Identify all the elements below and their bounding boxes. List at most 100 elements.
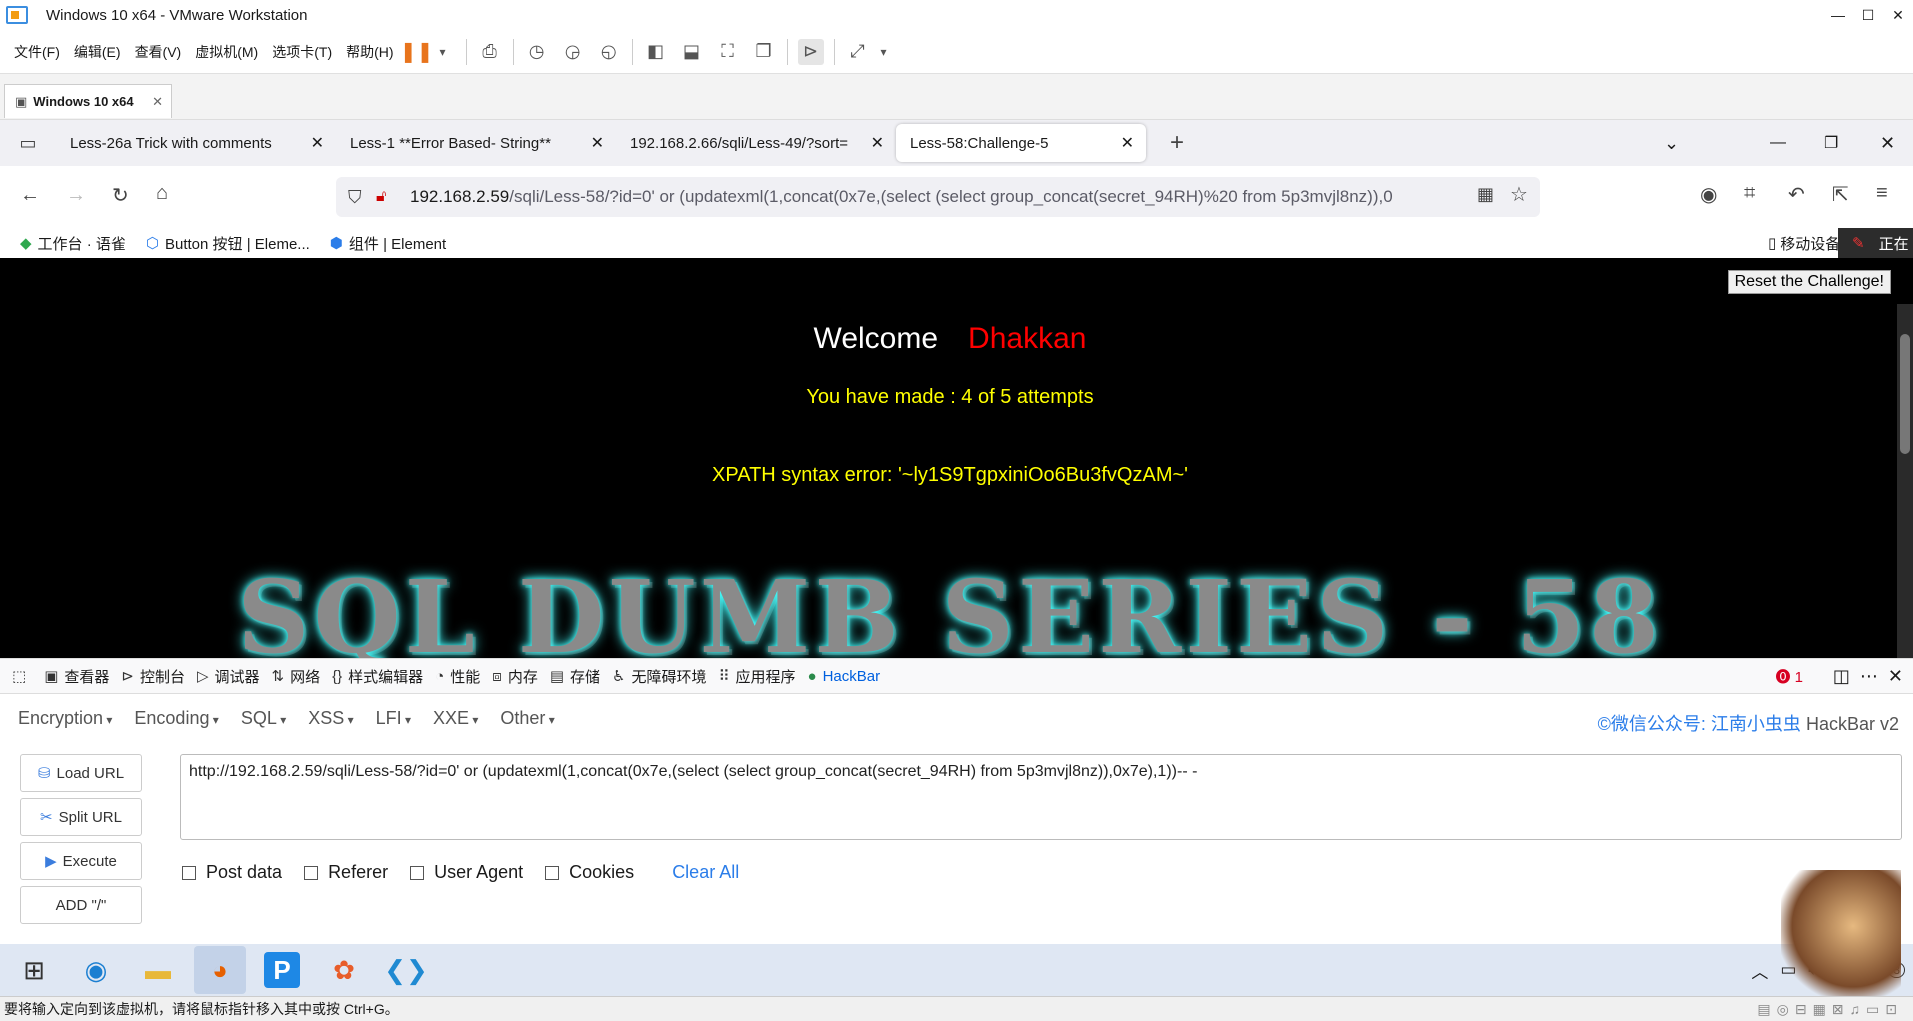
start-icon[interactable]: ⊞ (8, 946, 60, 994)
send-ctrl-alt-del-icon[interactable]: ⎙ (477, 39, 503, 65)
mobile-bookmarks[interactable]: ▯ 移动设备 (1768, 233, 1840, 254)
user-agent-checkbox[interactable]: User Agent (410, 862, 523, 883)
hamburger-menu-icon[interactable]: ≡ (1876, 182, 1888, 205)
menu-edit[interactable]: 编辑(E) (74, 42, 121, 62)
vm-tab[interactable]: ▣ Windows 10 x64 ✕ (4, 84, 172, 118)
snapshot-icon[interactable]: ◷ (524, 39, 550, 65)
shield-icon[interactable]: ⛉ (348, 187, 362, 208)
reload-icon[interactable]: ↻ (112, 183, 129, 208)
restore-icon[interactable]: ❐ (1824, 133, 1838, 153)
scrollbar-thumb[interactable] (1900, 334, 1910, 454)
pause-icon[interactable]: ❚❚ (400, 39, 434, 65)
close-icon[interactable]: ✕ (1121, 133, 1134, 153)
close-icon[interactable]: ✕ (591, 133, 604, 153)
stretch-dropdown-icon[interactable]: ▾ (871, 39, 897, 65)
qr-code-icon[interactable]: ▦ (1477, 184, 1494, 205)
page-scrollbar[interactable] (1897, 304, 1913, 658)
browser-tab[interactable]: 192.168.2.66/sqli/Less-49/?sort= ✕ (616, 124, 896, 162)
minimize-icon[interactable]: — (1770, 134, 1786, 152)
minimize-button[interactable]: — (1823, 0, 1853, 30)
close-icon[interactable]: ✕ (871, 133, 884, 153)
browser-tab[interactable]: Less-26a Trick with comments ✕ (56, 124, 336, 162)
snapshot-manager-icon[interactable]: ◵ (596, 39, 622, 65)
browser-tab[interactable]: Less-1 **Error Based- String** ✕ (336, 124, 616, 162)
home-icon[interactable]: ⌂ (156, 182, 168, 205)
load-url-button[interactable]: ⛁ Load URL (20, 754, 142, 792)
tab-console[interactable]: ⊳ 控制台 (121, 666, 185, 687)
bookmark-star-icon[interactable]: ☆ (1510, 182, 1528, 207)
execute-button[interactable]: ▶ Execute (20, 842, 142, 880)
menu-help[interactable]: 帮助(H) (346, 42, 393, 62)
tab-overview-icon[interactable]: ▭ (0, 133, 56, 154)
tab-performance[interactable]: ◔ 性能 (435, 666, 480, 687)
extensions-icon[interactable]: ⇱ (1832, 182, 1849, 207)
firefox-icon[interactable]: ◕ (194, 946, 246, 994)
browser-tab-active[interactable]: Less-58:Challenge-5 ✕ (896, 124, 1146, 162)
tab-memory[interactable]: ⧈ 内存 (492, 666, 538, 687)
back-icon[interactable]: ← (20, 184, 40, 207)
fullscreen-icon[interactable]: ⛶ (715, 39, 741, 65)
console-view-icon[interactable]: ⊳ (797, 38, 824, 65)
url-bar[interactable]: ⛉ 🔓︎ 192.168.2.59/sqli/Less-58/?id=0' or… (336, 177, 1540, 217)
device-status-icons[interactable]: ▤◎⊟▦⊠♫▭⊡ (1757, 1001, 1903, 1018)
tab-accessibility[interactable]: ♿︎ 无障碍环境 (612, 666, 706, 687)
menu-encoding[interactable]: Encoding (134, 708, 218, 729)
pause-dropdown-icon[interactable]: ▾ (430, 39, 456, 65)
pixpin-icon[interactable]: P (264, 952, 300, 988)
edge-icon[interactable]: ◉ (70, 946, 122, 994)
brand-link[interactable]: ©微信公众号: 江南小虫虫 (1598, 714, 1801, 734)
split-url-button[interactable]: ✂ Split URL (20, 798, 142, 836)
tab-network[interactable]: ⇅ 网络 (272, 666, 321, 687)
checkbox[interactable] (410, 865, 425, 880)
checkbox[interactable] (304, 865, 319, 880)
menu-vm[interactable]: 虚拟机(M) (195, 42, 258, 62)
insecure-lock-icon[interactable]: 🔓︎ (376, 188, 386, 206)
bookmark-item[interactable]: ⬡ Button 按钮 | Eleme... (146, 233, 310, 254)
dock-icon[interactable]: ◫ (1833, 666, 1850, 686)
tab-inspector[interactable]: ▣ 查看器 (44, 666, 109, 687)
file-explorer-icon[interactable]: ▬ (132, 946, 184, 994)
menu-lfi[interactable]: LFI (376, 708, 411, 729)
undo-icon[interactable]: ↶ (1788, 182, 1805, 207)
tab-storage[interactable]: ▤ 存储 (550, 666, 600, 687)
tab-debugger[interactable]: ▷ 调试器 (197, 666, 260, 687)
vscode-icon[interactable]: ❮❯ (380, 946, 432, 994)
close-devtools-icon[interactable]: ✕ (1888, 666, 1903, 686)
account-icon[interactable]: ◉ (1700, 182, 1717, 207)
menu-tabs[interactable]: 选项卡(T) (272, 42, 332, 62)
hackbar-url-textarea[interactable]: http://192.168.2.59/sqli/Less-58/?id=0' … (180, 754, 1902, 840)
checkbox[interactable] (182, 865, 196, 880)
revert-snapshot-icon[interactable]: ◶ (560, 39, 586, 65)
tab-hackbar[interactable]: ● HackBar (808, 668, 881, 685)
close-button[interactable]: ✕ (1883, 0, 1913, 30)
tab-application[interactable]: ⠿ 应用程序 (719, 666, 796, 687)
menu-view[interactable]: 查看(V) (135, 42, 182, 62)
floating-recorder[interactable]: ✎ 正在 (1838, 228, 1913, 258)
new-tab-icon[interactable]: + (1170, 129, 1184, 157)
list-tabs-icon[interactable]: ⌄ (1664, 133, 1679, 154)
referer-checkbox[interactable]: Referer (304, 862, 388, 883)
clear-all-link[interactable]: Clear All (672, 862, 739, 883)
colorful-app-icon[interactable]: ✿ (318, 946, 370, 994)
unity-icon[interactable]: ❐ (751, 39, 777, 65)
menu-encryption[interactable]: Encryption (18, 708, 112, 729)
menu-xxe[interactable]: XXE (433, 708, 478, 729)
element-picker-icon[interactable]: ⬚ (12, 667, 32, 685)
bookmark-item[interactable]: ⬢ 组件 | Element (330, 233, 446, 254)
error-count-badge[interactable]: ⓿ 1 (1775, 666, 1803, 687)
menu-xss[interactable]: XSS (308, 708, 353, 729)
reset-challenge-button[interactable]: Reset the Challenge! (1727, 270, 1891, 294)
menu-other[interactable]: Other (500, 708, 554, 729)
thumbnail-bar-icon[interactable]: ⬓ (679, 39, 705, 65)
chevron-up-icon[interactable]: ︿ (1751, 958, 1768, 983)
close-icon[interactable]: ✕ (152, 94, 163, 110)
menu-file[interactable]: 文件(F) (14, 42, 60, 62)
menu-sql[interactable]: SQL (241, 708, 286, 729)
add-slash-button[interactable]: ADD "/" (20, 886, 142, 924)
sidebar-toggle-icon[interactable]: ◧ (643, 39, 669, 65)
close-window-icon[interactable]: ✕ (1880, 133, 1895, 154)
forward-icon[interactable]: → (66, 184, 86, 207)
crop-icon[interactable]: ⌗ (1744, 182, 1755, 205)
bookmark-item[interactable]: ◆ 工作台 · 语雀 (20, 233, 126, 254)
desktop-pet-avatar[interactable] (1781, 870, 1901, 1010)
